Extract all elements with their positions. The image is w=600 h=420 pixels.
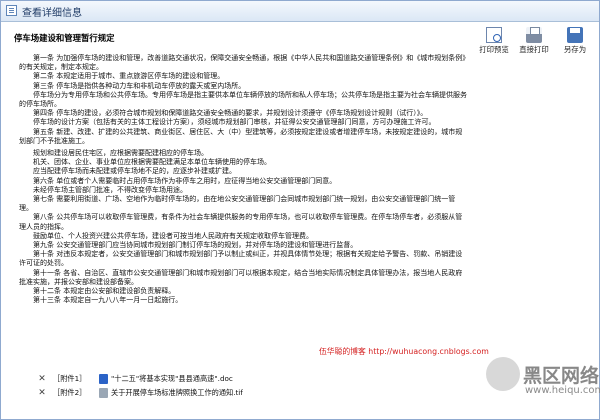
direct-print-button[interactable]: 直接打印: [515, 25, 553, 57]
attachment-label: ［附件2］: [53, 388, 87, 397]
doc-paragraph: 鼓励单位、个人投资兴建公共停车场，建设者可按当地人民政府有关规定收取停车管理费。: [33, 231, 313, 240]
image-file-icon: [99, 388, 108, 398]
window-titlebar: 查看详细信息: [1, 1, 599, 22]
save-as-label: 另存为: [563, 45, 587, 54]
doc-paragraph: 停车场分为专用停车场和公共停车场。专用停车场是指主要供本单位车辆停放的场所和私人…: [19, 90, 467, 109]
doc-paragraph: 第八条 公共停车场可以收取停车管理费，有条件为社会车辆提供服务的专用停车场，也可…: [19, 213, 463, 231]
doc-paragraph: 第十二条 本规定由公安部和建设部负责解释。: [33, 287, 176, 296]
doc-paragraph: 第十三条 本规定自一九八八年一月一日起施行。: [33, 296, 183, 305]
print-preview-icon: [486, 27, 502, 43]
save-icon: [567, 27, 583, 43]
attachment-filename: "十二五"将基本实现"县县通高速".doc: [111, 374, 233, 383]
doc-paragraph: 未经停车场主管部门批准，不得改变停车场用途。: [33, 185, 187, 194]
attachment-item: ✕ ［附件2］ 关于开展停车场标准牌照换工作的通知.tif: [37, 388, 457, 402]
doc-paragraph: 第九条 公安交通管理部门应当协同城市规划部门制订停车场的规划，并对停车场的建设和…: [33, 241, 358, 250]
doc-paragraph: 第五条 新建、改建、扩建的公共建筑、商业街区、居住区、大（中）型建筑等，必须按规…: [19, 127, 463, 145]
watermark-sub-text: www.heiqu.com: [525, 385, 600, 396]
delete-icon[interactable]: ✕: [37, 374, 47, 384]
save-as-button[interactable]: 另存为: [556, 25, 594, 57]
doc-paragraph: 第十一条 各省、自治区、直辖市公安交通管理部门和城市规划部门可以根据本规定，结合…: [19, 268, 463, 286]
doc-paragraph: 第一条 为加强停车场的建设和管理，改善道路交通状况，保障交通安全畅通，根据《中华…: [19, 54, 466, 72]
blog-link[interactable]: 伍华聪的博客 http://wuhuacong.cnblogs.com: [319, 346, 489, 357]
attachment-item: ✕ ［附件1］ "十二五"将基本实现"县县通高速".doc: [37, 374, 457, 388]
doc-paragraph: 第七条 需要利用街道、广场、空地作为临时停车场的，由在地公安交通管理部门会同城市…: [19, 195, 456, 213]
doc-paragraph: 规划和建设居民住宅区，应根据需要配建相应的停车场。: [33, 149, 208, 158]
attachment-file-link[interactable]: "十二五"将基本实现"县县通高速".doc: [99, 374, 233, 384]
site-watermark: 黑区网络 www.heiqu.com: [486, 349, 600, 407]
window-icon: [6, 5, 17, 16]
detail-window: 查看详细信息 停车场建设和管理暂行规定 第一条 为加强停车场的建设和管理，改善道…: [0, 0, 600, 420]
attachment-filename: 关于开展停车场标准牌照换工作的通知.tif: [111, 388, 243, 397]
delete-icon[interactable]: ✕: [37, 388, 47, 398]
attachment-label: ［附件1］: [53, 374, 87, 383]
attachments-list: ✕ ［附件1］ "十二五"将基本实现"县县通高速".doc ✕ ［附件2］ 关于…: [37, 374, 457, 402]
document-title: 停车场建设和管理暂行规定: [14, 33, 115, 43]
doc-paragraph: 第六条 单位或者个人需要临时占用停车场作为非停车之用时，应征得当地公安交通管理部…: [33, 176, 337, 185]
document-content: 停车场建设和管理暂行规定 第一条 为加强停车场的建设和管理，改善道路交通状况，保…: [9, 25, 472, 420]
print-preview-button[interactable]: 打印预览: [475, 25, 513, 57]
printer-icon: [526, 27, 542, 43]
direct-print-label: 直接打印: [519, 45, 549, 54]
attachment-file-link[interactable]: 关于开展停车场标准牌照换工作的通知.tif: [99, 388, 243, 398]
word-document-icon: [99, 374, 108, 384]
window-title: 查看详细信息: [22, 8, 82, 19]
doc-paragraph: 应当配建停车场而未配建或停车场地不足的，应逐步补建或扩建。: [33, 167, 236, 176]
document-body: 第一条 为加强停车场的建设和管理，改善道路交通状况，保障交通安全畅通，根据《中华…: [19, 54, 469, 305]
watermark-logo: [486, 357, 520, 391]
watermark-main-text: 黑区网络: [523, 365, 600, 387]
doc-paragraph: 第十条 对违反本规定者，公安交通管理部门和城市规划部门予以制止或纠正，并视具体情…: [19, 250, 463, 268]
doc-paragraph: 第三条 停车场是指供各种动力车和非机动车停放的露天或室内场所。: [33, 81, 246, 90]
document-toolbar: 打印预览 直接打印 另存为: [475, 25, 595, 59]
doc-paragraph: 第二条 本规定适用于城市、重点旅游区停车场的建设和管理。: [33, 72, 225, 81]
print-preview-label: 打印预览: [479, 45, 509, 54]
doc-paragraph: 停车场的设计方案（包括有关的主体工程设计方案），须经城市规划部门审核，并征得公安…: [33, 118, 436, 127]
